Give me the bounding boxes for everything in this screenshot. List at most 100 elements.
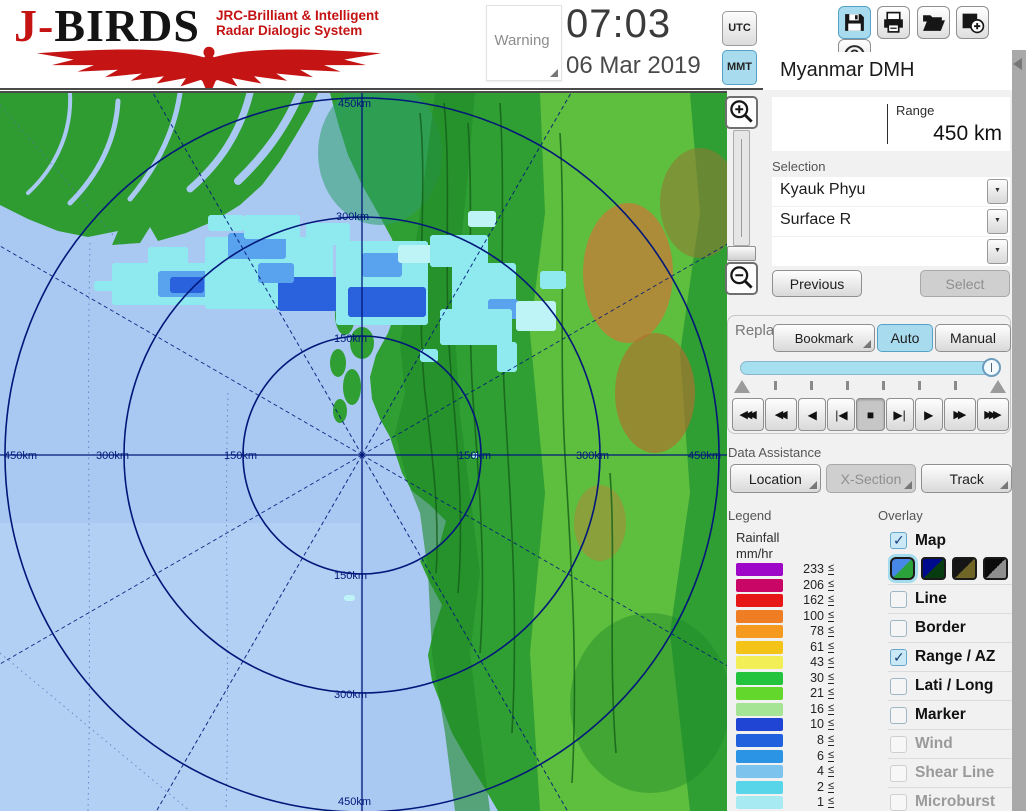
rain-echo: [468, 211, 496, 227]
slider-tick: [774, 381, 777, 390]
radar-map[interactable]: 450km 300km 150km 150km 300km 450km 450km 300km…: [0, 93, 727, 811]
data-assistance-buttons: Location X-Section Track: [730, 464, 1013, 493]
step-backward-button[interactable]: |◀: [827, 398, 856, 431]
legend-swatch: [736, 656, 783, 670]
mmt-button[interactable]: MMT: [722, 50, 757, 85]
legend-item: 61 ≤: [736, 640, 846, 656]
slider-range-marker-right[interactable]: [990, 380, 1006, 393]
skip-to-end-button[interactable]: ▶▶▶: [976, 398, 1009, 431]
slider-range-marker-left[interactable]: [734, 380, 750, 393]
rain-echo: [258, 263, 294, 283]
legend-le-symbol: ≤: [828, 655, 835, 669]
logo-title: J-BIRDS: [14, 2, 200, 50]
map-style-black-gray[interactable]: [983, 557, 1008, 580]
rain-echo: [440, 309, 512, 345]
replay-slider[interactable]: [740, 358, 1001, 377]
step-forward-button[interactable]: ▶|: [885, 398, 914, 431]
bookmark-button[interactable]: Bookmark: [773, 324, 875, 352]
legend-le-symbol: ≤: [828, 670, 835, 684]
clock-time: 07:03: [566, 2, 672, 46]
manual-button[interactable]: Manual: [935, 324, 1011, 352]
overlay-item-label: Microburst: [915, 793, 996, 810]
map-style-blue-green[interactable]: [890, 557, 915, 580]
overlay-row-range-az: Range / AZ: [888, 642, 1012, 671]
rain-echo: [148, 247, 188, 265]
panel-collapse-icon[interactable]: [1013, 58, 1022, 70]
open-folder-button[interactable]: [916, 6, 950, 39]
legend-swatch: [736, 671, 783, 685]
product-dropdown-value: Surface R: [780, 211, 852, 228]
zoom-slider-track[interactable]: [733, 130, 750, 246]
warning-box[interactable]: Warning: [486, 5, 562, 81]
checkbox-range-az[interactable]: [890, 648, 907, 666]
track-button[interactable]: Track: [921, 464, 1013, 493]
skip-to-start-button[interactable]: ◀◀◀: [732, 398, 765, 431]
stop-button[interactable]: ■: [856, 398, 885, 431]
range-ring-label: 450km: [4, 450, 37, 462]
legend-item: 2 ≤: [736, 780, 846, 796]
play-backward-button[interactable]: ◀: [798, 398, 827, 431]
legend-item: 43 ≤: [736, 655, 846, 671]
logo-subtitle-line1: JRC-Brilliant & Intelligent: [216, 8, 379, 23]
replay-group: Replay Bookmark Auto Manual ◀◀◀ ◀◀ ◀ |◀ ■ ▶| ▶…: [727, 315, 1011, 434]
rain-echo: [170, 277, 204, 293]
zoom-slider-handle[interactable]: [727, 246, 756, 261]
play-forward-button[interactable]: ▶: [914, 398, 943, 431]
select-button[interactable]: Select: [920, 270, 1010, 297]
legend-item: 4 ≤: [736, 764, 846, 780]
legend-item: 233 ≤: [736, 562, 846, 578]
data-assistance-label: Data Assistance: [728, 445, 822, 460]
zoom-in-button[interactable]: [725, 96, 758, 129]
overlay-item-label: Line: [915, 590, 947, 607]
legend-item: 206 ≤: [736, 578, 846, 594]
legend-value: 10: [810, 717, 824, 732]
replay-slider-handle[interactable]: [982, 358, 1001, 377]
fast-forward-button[interactable]: ▶▶: [943, 398, 976, 431]
product-dropdown[interactable]: Surface R: [772, 207, 1010, 236]
legend-value: 1: [817, 795, 824, 810]
utc-button[interactable]: UTC: [722, 11, 757, 46]
legend-le-symbol: ≤: [828, 764, 835, 778]
legend-swatch: [736, 578, 783, 592]
print-button[interactable]: [877, 6, 911, 39]
checkbox-border[interactable]: [890, 619, 907, 637]
checkbox-marker[interactable]: [890, 706, 907, 724]
sea-shallow: [0, 523, 360, 811]
previous-button[interactable]: Previous: [772, 270, 862, 297]
legend-item: 10 ≤: [736, 717, 846, 733]
legend-item: 6 ≤: [736, 749, 846, 765]
legend-value: 100: [803, 608, 824, 623]
map-style-black-olive[interactable]: [952, 557, 977, 580]
checkbox-lati-long[interactable]: [890, 677, 907, 695]
overlay-row-map: Map: [888, 528, 1012, 553]
rain-echo: [344, 595, 355, 601]
jbirds-logo: J-BIRDS JRC-Brilliant & Intelligent Rada…: [8, 2, 478, 90]
chevron-down-icon[interactable]: [987, 209, 1008, 234]
save-button[interactable]: [838, 6, 871, 39]
legend-le-symbol: ≤: [828, 717, 835, 731]
add-image-button[interactable]: [956, 6, 990, 39]
overlay-row-wind: Wind: [888, 729, 1012, 758]
auto-button[interactable]: Auto: [877, 324, 933, 352]
checkbox-map[interactable]: [890, 532, 907, 549]
checkbox-line[interactable]: [890, 590, 907, 608]
chevron-down-icon[interactable]: [987, 179, 1008, 204]
range-ring-label: 300km: [336, 211, 369, 223]
checkbox-microburst: [890, 793, 907, 811]
chevron-down-icon[interactable]: [987, 239, 1008, 264]
option-dropdown[interactable]: [772, 237, 1010, 266]
legend-swatch: [736, 796, 783, 810]
site-dropdown[interactable]: Kyauk Phyu: [772, 177, 1010, 206]
legend-swatch: [736, 625, 783, 639]
map-style-navy-darkgreen[interactable]: [921, 557, 946, 580]
overlay-item-label: Marker: [915, 706, 966, 723]
location-button[interactable]: Location: [730, 464, 821, 493]
zoom-out-button[interactable]: [725, 262, 758, 295]
rain-echo: [120, 291, 156, 303]
overlay-row-lati-long: Lati / Long: [888, 671, 1012, 700]
legend-item: 162 ≤: [736, 593, 846, 609]
fast-rewind-button[interactable]: ◀◀: [765, 398, 798, 431]
add-image-icon: [962, 13, 985, 34]
panel-edge-strip[interactable]: [1012, 50, 1026, 811]
legend-le-symbol: ≤: [828, 748, 835, 762]
